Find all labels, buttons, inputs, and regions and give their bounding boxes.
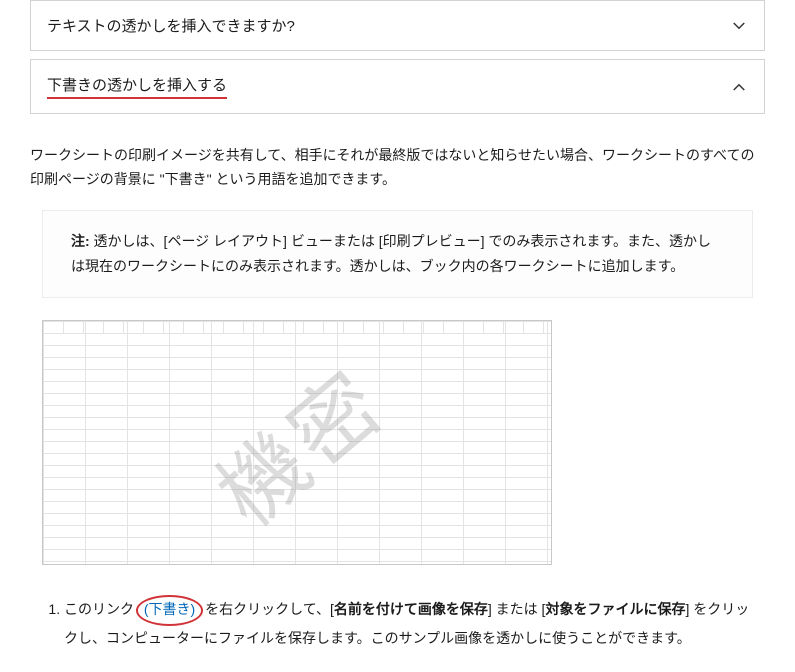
intro-paragraph: ワークシートの印刷イメージを共有して、相手にそれが最終版ではないと知らせたい場合…	[30, 144, 765, 192]
link-circle-highlight: (下書き)	[136, 595, 203, 626]
expanded-content: ワークシートの印刷イメージを共有して、相手にそれが最終版ではないと知らせたい場合…	[30, 122, 765, 652]
watermark-sample-image: 機密	[42, 320, 552, 565]
accordion-item-collapsed[interactable]: テキストの透かしを挿入できますか?	[30, 0, 765, 51]
note-label: 注:	[71, 233, 90, 249]
save-image-as-label: 名前を付けて画像を保存	[334, 601, 488, 617]
step-1-mid2: ] または [	[488, 601, 546, 617]
step-1: このリンク (下書き) を右クリックして、[名前を付けて画像を保存] または […	[64, 595, 765, 652]
watermark-text: 機密	[186, 335, 407, 549]
accordion-title-expanded: 下書きの透かしを挿入する	[47, 74, 227, 99]
step-list: このリンク (下書き) を右クリックして、[名前を付けて画像を保存] または […	[64, 595, 765, 652]
save-target-as-label: 対象をファイルに保存	[545, 601, 685, 617]
note-text: 透かしは、[ページ レイアウト] ビューまたは [印刷プレビュー] でのみ表示さ…	[71, 233, 711, 274]
download-draft-link[interactable]: (下書き)	[138, 601, 201, 617]
accordion-header-collapsed[interactable]: テキストの透かしを挿入できますか?	[31, 1, 764, 50]
accordion-header-expanded[interactable]: 下書きの透かしを挿入する	[31, 60, 764, 113]
note-box: 注: 透かしは、[ページ レイアウト] ビューまたは [印刷プレビュー] でのみ…	[42, 210, 753, 298]
step-1-prefix: このリンク	[64, 601, 138, 617]
chevron-down-icon	[730, 17, 748, 35]
accordion-item-expanded[interactable]: 下書きの透かしを挿入する	[30, 59, 765, 114]
step-1-mid1: を右クリックして、[	[201, 601, 334, 617]
accordion-title-collapsed: テキストの透かしを挿入できますか?	[47, 15, 295, 36]
chevron-up-icon	[730, 78, 748, 96]
